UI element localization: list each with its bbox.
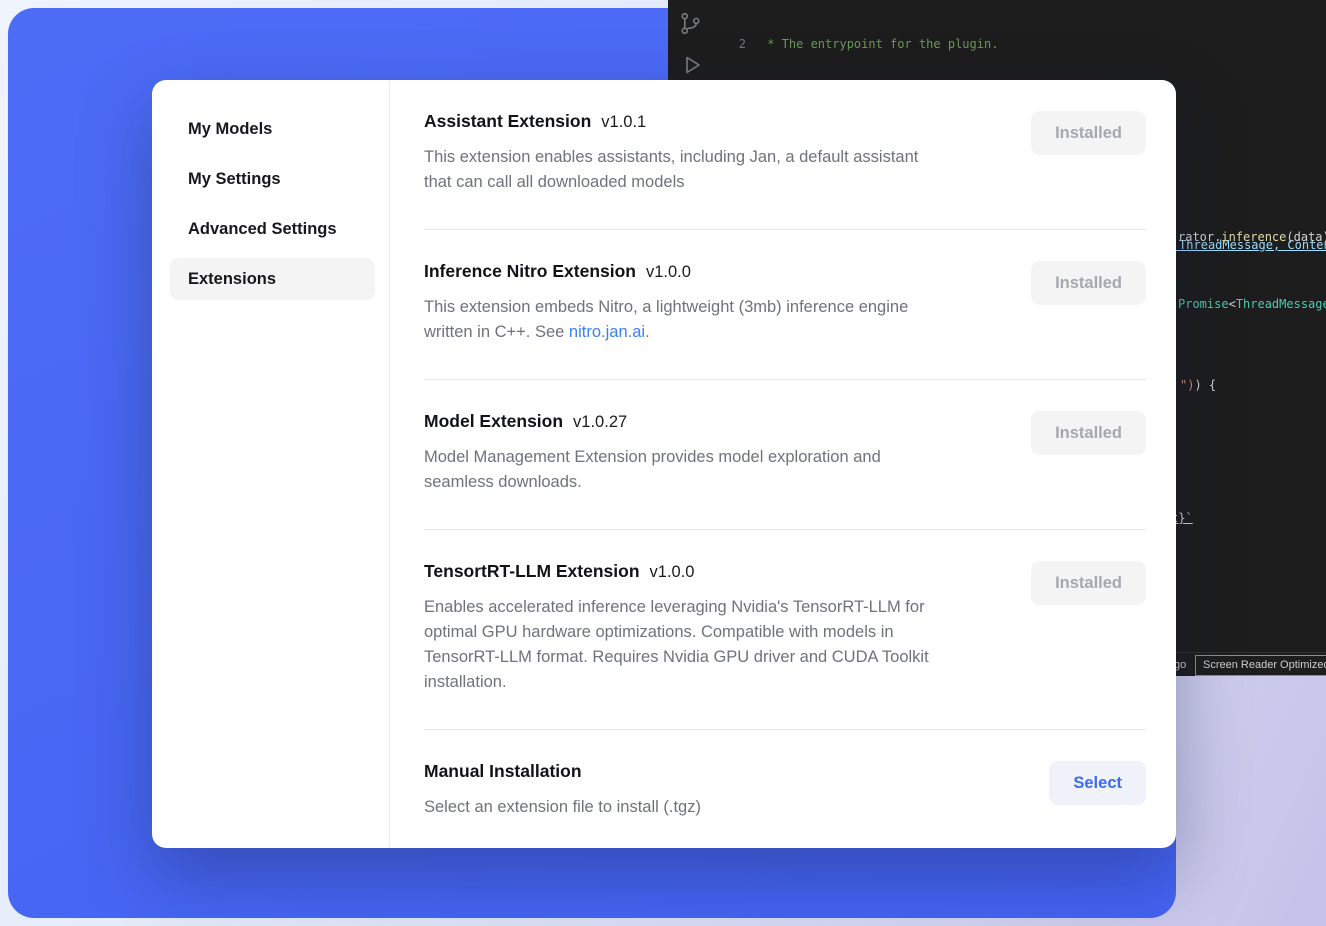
extension-version: v1.0.1 (601, 113, 646, 132)
settings-sidebar: My Models My Settings Advanced Settings … (152, 80, 390, 848)
source-control-icon[interactable] (678, 10, 703, 42)
extension-name: TensortRT-LLM Extension (424, 561, 640, 582)
extension-version: v1.0.0 (646, 263, 691, 282)
run-debug-icon[interactable] (680, 52, 704, 83)
extension-row-nitro: Inference Nitro Extension v1.0.0 This ex… (424, 230, 1146, 380)
extension-description: This extension embeds Nitro, a lightweig… (424, 295, 908, 345)
sidebar-item-my-settings[interactable]: My Settings (170, 158, 375, 200)
sidebar-item-advanced-settings[interactable]: Advanced Settings (170, 208, 375, 250)
nitro-jan-ai-link[interactable]: nitro.jan.ai (569, 323, 645, 341)
extension-description: Model Management Extension provides mode… (424, 445, 881, 495)
code-fragment: Promise<ThreadMessage> (1178, 296, 1326, 313)
code-line: 2 * The entrypoint for the plugin. (726, 36, 1326, 53)
extension-description: Select an extension file to install (.tg… (424, 795, 701, 820)
extension-name: Model Extension (424, 411, 563, 432)
extension-description: This extension enables assistants, inclu… (424, 145, 918, 195)
sidebar-item-label: My Settings (188, 170, 281, 189)
extension-name: Inference Nitro Extension (424, 261, 636, 282)
screen-reader-optimized-badge[interactable]: Screen Reader Optimized (1195, 655, 1326, 676)
code-text: * The entrypoint for the plugin. (760, 36, 998, 53)
line-number: 2 (726, 36, 746, 53)
code-fragment: ")) { (1180, 377, 1216, 394)
extension-description: Enables accelerated inference leveraging… (424, 595, 929, 695)
sidebar-item-my-models[interactable]: My Models (170, 108, 375, 150)
select-file-button[interactable]: Select (1049, 761, 1146, 805)
installed-button[interactable]: Installed (1031, 411, 1146, 455)
extension-name: Manual Installation (424, 761, 582, 782)
extension-row-assistant: Assistant Extension v1.0.1 This extensio… (424, 80, 1146, 230)
sidebar-item-label: Advanced Settings (188, 220, 337, 239)
extension-row-model: Model Extension v1.0.27 Model Management… (424, 380, 1146, 530)
sidebar-item-label: My Models (188, 120, 272, 139)
installed-button[interactable]: Installed (1031, 561, 1146, 605)
settings-card: My Models My Settings Advanced Settings … (152, 80, 1176, 848)
installed-button[interactable]: Installed (1031, 111, 1146, 155)
installed-button[interactable]: Installed (1031, 261, 1146, 305)
extension-row-tensorrt-llm: TensortRT-LLM Extension v1.0.0 Enables a… (424, 530, 1146, 730)
sidebar-item-label: Extensions (188, 270, 276, 289)
extension-name: Assistant Extension (424, 111, 591, 132)
extension-version: v1.0.27 (573, 413, 627, 432)
code-fragment: rator.inference(data)); (1178, 229, 1326, 246)
sidebar-item-extensions[interactable]: Extensions (170, 258, 375, 300)
extension-version: v1.0.0 (650, 563, 695, 582)
extension-row-manual-installation: Manual Installation Select an extension … (424, 730, 1146, 848)
extensions-list: Assistant Extension v1.0.1 This extensio… (390, 80, 1176, 848)
